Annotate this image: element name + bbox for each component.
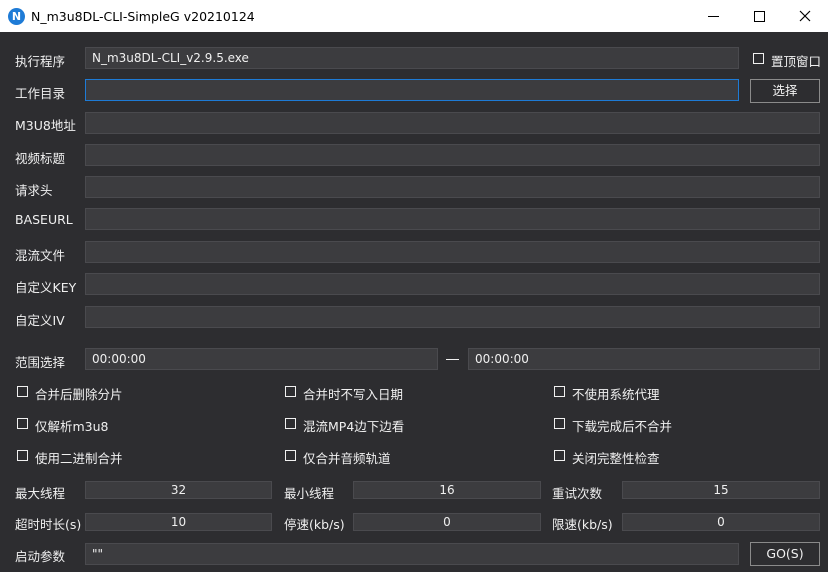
window-title: N_m3u8DL-CLI-SimpleG v20210124 [31,9,255,24]
option-checkbox[interactable] [554,386,565,397]
option-label: 不使用系统代理 [572,387,660,402]
m3u8-label: M3U8地址 [15,118,76,133]
option-checkbox[interactable] [17,386,28,397]
option-checkbox[interactable] [17,450,28,461]
topmost-label: 置顶窗口 [771,54,822,69]
maximize-button[interactable] [736,0,782,32]
mux-file-field[interactable] [85,241,820,263]
stop-speed-label: 停速(kb/s) [284,517,345,532]
custom-iv-field[interactable] [85,306,820,328]
headers-label: 请求头 [15,183,53,198]
custom-iv-label: 自定义IV [15,313,65,328]
baseurl-label: BASEURL [15,212,73,227]
custom-key-field[interactable] [85,273,820,295]
limit-speed-field[interactable]: 0 [622,513,820,531]
option-label: 下载完成后不合并 [572,419,673,434]
video-title-label: 视频标题 [15,151,66,166]
timeout-label: 超时时长(s) [15,517,82,532]
mux-file-label: 混流文件 [15,248,66,263]
max-threads-field[interactable]: 32 [85,481,272,499]
range-end-field[interactable]: 00:00:00 [468,348,820,370]
app-logo-icon: N [8,8,25,25]
min-threads-field[interactable]: 16 [353,481,541,499]
title-bar: N N_m3u8DL-CLI-SimpleG v20210124 [0,0,828,32]
go-button[interactable]: GO(S) [750,542,820,566]
option-label: 混流MP4边下边看 [303,419,405,434]
option-label: 关闭完整性检查 [572,451,660,466]
max-threads-label: 最大线程 [15,486,66,501]
timeout-field[interactable]: 10 [85,513,272,531]
min-threads-label: 最小线程 [284,486,335,501]
maximize-icon [754,11,765,22]
workdir-field[interactable] [85,79,739,101]
option-label: 合并后删除分片 [35,387,123,402]
launch-args-field[interactable]: "" [85,543,739,565]
headers-field[interactable] [85,176,820,198]
option-label: 仅合并音频轨道 [303,451,391,466]
range-separator [446,359,459,360]
custom-key-label: 自定义KEY [15,280,77,295]
baseurl-field[interactable] [85,208,820,230]
choose-button[interactable]: 选择 [750,79,820,103]
option-checkbox[interactable] [285,418,296,429]
option-checkbox[interactable] [285,386,296,397]
option-checkbox[interactable] [554,450,565,461]
video-title-field[interactable] [85,144,820,166]
option-checkbox[interactable] [17,418,28,429]
close-icon [799,10,811,22]
workdir-label: 工作目录 [15,86,66,101]
stop-speed-field[interactable]: 0 [353,513,541,531]
retry-field[interactable]: 15 [622,481,820,499]
limit-speed-label: 限速(kb/s) [552,517,613,532]
option-label: 使用二进制合并 [35,451,123,466]
close-button[interactable] [782,0,828,32]
option-checkbox[interactable] [554,418,565,429]
option-label: 仅解析m3u8 [35,419,109,434]
minimize-icon [708,16,719,17]
exe-label: 执行程序 [15,54,66,69]
launch-args-label: 启动参数 [15,549,66,564]
main-panel: 执行程序 N_m3u8DL-CLI_v2.9.5.exe 置顶窗口 工作目录 选… [0,32,828,572]
m3u8-url-field[interactable] [85,112,820,134]
topmost-checkbox[interactable] [753,53,764,64]
range-start-field[interactable]: 00:00:00 [85,348,438,370]
option-checkbox[interactable] [285,450,296,461]
exe-field[interactable]: N_m3u8DL-CLI_v2.9.5.exe [85,47,739,69]
range-label: 范围选择 [15,355,66,370]
minimize-button[interactable] [690,0,736,32]
option-label: 合并时不写入日期 [303,387,404,402]
retry-label: 重试次数 [552,486,603,501]
